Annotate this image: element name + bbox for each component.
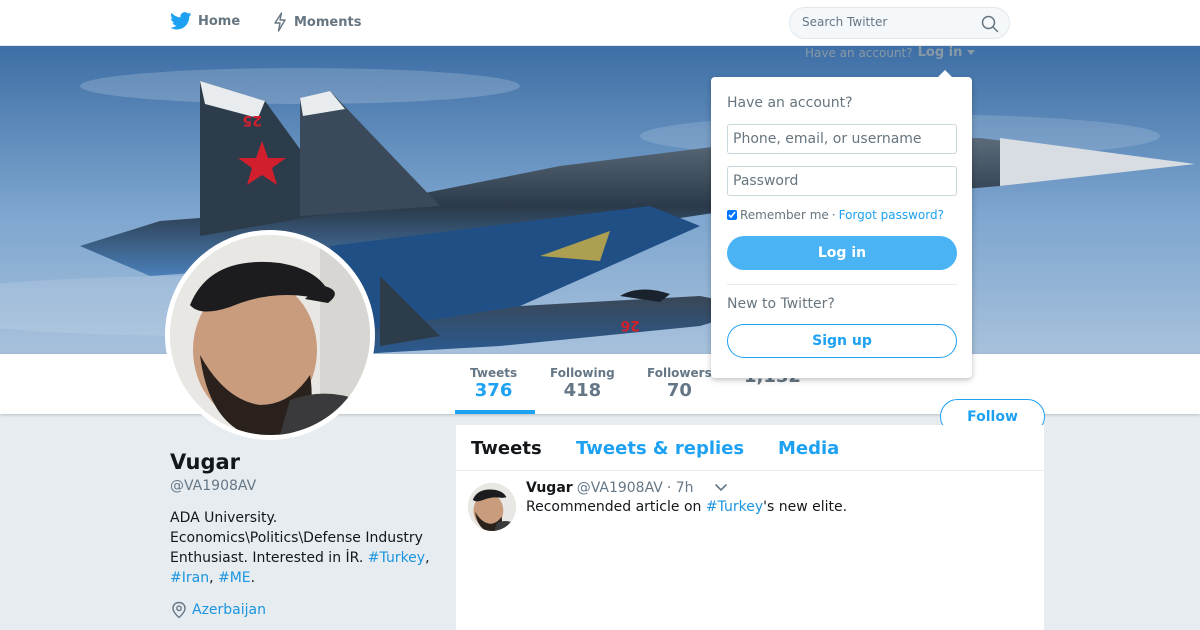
stat-value: 418 (563, 380, 602, 401)
signup-button[interactable]: Sign up (727, 324, 957, 358)
stat-value: 70 (666, 380, 692, 401)
svg-text:26: 26 (621, 317, 640, 333)
profile-location: Azerbaijan (170, 601, 266, 619)
avatar-photo (170, 235, 370, 435)
nav-home-label: Home (198, 13, 241, 29)
tweet-text-part: Recommended article on (526, 499, 706, 515)
tab-tweets[interactable]: Tweets (471, 438, 542, 459)
hashtag-link[interactable]: #ME (218, 570, 251, 586)
password-field[interactable] (727, 166, 957, 196)
tweet-avatar-photo (468, 483, 516, 531)
stat-tweets[interactable]: Tweets 376 (470, 366, 517, 401)
tab-tweets-replies[interactable]: Tweets & replies (576, 438, 744, 459)
bio-line: #Iran, #ME. (170, 568, 440, 588)
account-prompt: Have an account? Log in (805, 45, 976, 60)
stat-label: Followers (647, 366, 712, 380)
search-icon[interactable] (981, 15, 999, 33)
stat-following[interactable]: Following 418 (550, 366, 615, 401)
separator-dot: · (831, 208, 836, 222)
profile-bio: ADA University. Economics\Politics\Defen… (170, 508, 440, 588)
hashtag-link[interactable]: #Iran (170, 570, 209, 586)
nav-moments[interactable]: Moments (272, 12, 361, 32)
lightning-bolt-icon (274, 12, 286, 32)
search-input[interactable] (802, 15, 972, 29)
hashtag-link[interactable]: #Turkey (368, 550, 425, 566)
tweet-header: Vugar @VA1908AV · 7h (526, 480, 728, 496)
tweet-author-handle[interactable]: @VA1908AV (577, 480, 663, 496)
bio-punctuation: , (425, 550, 430, 566)
tweet-avatar[interactable] (468, 483, 516, 531)
profile-avatar[interactable] (165, 230, 375, 440)
remember-me-label[interactable]: Remember me (740, 208, 829, 222)
divider (727, 284, 957, 285)
svg-text:25: 25 (243, 112, 262, 128)
profile-handle[interactable]: @VA1908AV (170, 478, 256, 494)
tweet[interactable]: Vugar @VA1908AV · 7h Recommended article… (456, 472, 1044, 542)
stat-label: Tweets (470, 366, 518, 380)
search-box (789, 7, 1010, 39)
bio-text: Enthusiast. Interested in İR. (170, 550, 368, 566)
profile-name: Vugar (170, 450, 241, 474)
stat-followers[interactable]: Followers 70 (647, 366, 712, 401)
login-dropdown: Have an account? Remember me · Forgot pa… (711, 70, 972, 378)
location-link[interactable]: Azerbaijan (192, 602, 266, 618)
username-field[interactable] (727, 124, 957, 154)
tweet-timestamp[interactable]: · 7h (667, 480, 694, 496)
dropdown-heading: Have an account? (727, 95, 853, 111)
stat-label: Following (550, 366, 615, 380)
active-tab-indicator (455, 410, 535, 414)
tweet-author-name[interactable]: Vugar (526, 480, 573, 496)
tweet-text: Recommended article on #Turkey's new eli… (526, 499, 847, 515)
bio-line: Economics\Politics\Defense Industry (170, 530, 423, 546)
bio-punctuation: . (250, 570, 256, 586)
forgot-password-link[interactable]: Forgot password? (839, 208, 944, 222)
twitter-bird-icon (170, 12, 192, 30)
stat-value: 376 (474, 380, 513, 401)
account-prompt-text: Have an account? (805, 45, 913, 60)
login-link[interactable]: Log in (918, 45, 963, 60)
new-to-twitter-text: New to Twitter? (727, 296, 835, 312)
hashtag-link[interactable]: #Turkey (706, 499, 763, 515)
nav-moments-label: Moments (294, 14, 362, 30)
bio-line: Enthusiast. Interested in İR. #Turkey, (170, 548, 440, 568)
tab-media[interactable]: Media (778, 438, 839, 459)
remember-me-checkbox[interactable] (727, 210, 737, 220)
login-button[interactable]: Log in (727, 236, 957, 270)
bio-punctuation: , (209, 570, 218, 586)
location-pin-icon (172, 601, 186, 619)
remember-row: Remember me · Forgot password? (727, 208, 944, 222)
chevron-down-icon[interactable] (714, 483, 728, 493)
nav-home[interactable]: Home (170, 12, 240, 30)
bio-line: ADA University. (170, 510, 278, 526)
tweet-text-part: 's new elite. (763, 499, 848, 515)
caret-down-icon[interactable] (967, 49, 976, 56)
timeline-tabs: Tweets Tweets & replies Media (456, 425, 1044, 471)
timeline: Tweets Tweets & replies Media Vugar @VA1… (456, 425, 1044, 630)
top-navigation: Home Moments (0, 0, 1200, 46)
